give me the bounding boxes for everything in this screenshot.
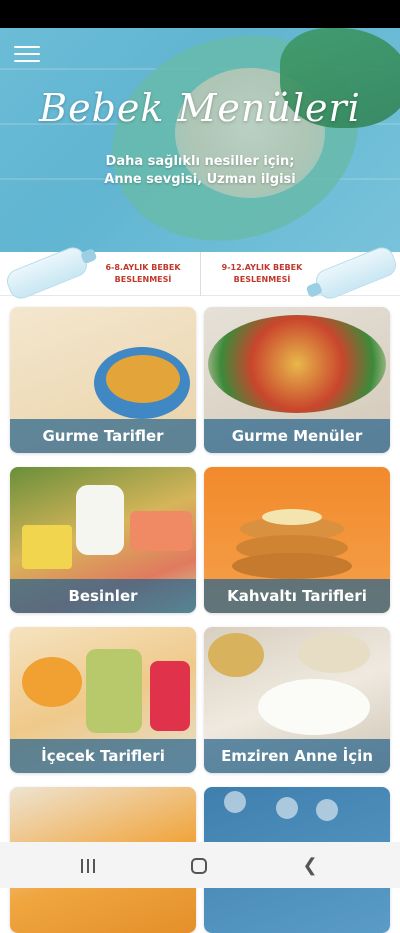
card-label: Besinler (10, 579, 196, 613)
hero-overlay (0, 28, 400, 252)
question-mark-icon (276, 797, 298, 819)
card-label: Gurme Menüler (204, 419, 390, 453)
cheese-image (22, 525, 72, 569)
grains-image (298, 633, 370, 673)
banana-slices-image (262, 509, 322, 525)
app-title: Bebek Menüleri (39, 86, 361, 130)
yogurt-image (258, 679, 370, 735)
card-besinler[interactable]: Besinler (10, 467, 196, 613)
baby-bottle-icon (3, 243, 91, 303)
app-subtitle-line2: Anne sevgisi, Uzman ilgisi (104, 172, 296, 187)
pancake-image (232, 553, 352, 579)
red-smoothie-image (150, 661, 190, 731)
recents-icon[interactable] (76, 854, 100, 876)
question-mark-icon (316, 799, 338, 821)
green-smoothie-image (86, 649, 142, 733)
tab-label: 6-8.AYLIK BEBEK BESLENMESİ (105, 263, 181, 284)
back-icon[interactable]: ❮ (298, 854, 322, 876)
milk-bottle-image (76, 485, 124, 555)
puree-image (106, 355, 180, 403)
roasted-vegetables-image (208, 315, 386, 413)
card-icecek-tarifleri[interactable]: İçecek Tarifleri (10, 627, 196, 773)
card-label: İçecek Tarifleri (10, 739, 196, 773)
card-gurme-menuler[interactable]: Gurme Menüler (204, 307, 390, 453)
baby-bottle-icon (312, 243, 400, 303)
card-label: Kahvaltı Tarifleri (204, 579, 390, 613)
status-bar (0, 0, 400, 28)
card-label: Gurme Tarifler (10, 419, 196, 453)
question-mark-icon (224, 791, 246, 813)
card-label: Emziren Anne İçin (204, 739, 390, 773)
tab-label: 9-12.AYLIK BEBEK BESLENMESİ (221, 263, 303, 284)
potatoes-image (208, 633, 264, 677)
card-gurme-tarifler[interactable]: Gurme Tarifler (10, 307, 196, 453)
card-kahvalti-tarifleri[interactable]: Kahvaltı Tarifleri (204, 467, 390, 613)
home-icon[interactable] (187, 854, 211, 876)
hero-banner: Bebek Menüleri Daha sağlıklı nesiller iç… (0, 28, 400, 252)
tab-6-8-months[interactable]: 6-8.AYLIK BEBEK BESLENMESİ (0, 243, 200, 303)
age-tabs: 6-8.AYLIK BEBEK BESLENMESİ 9-12.AYLIK BE… (0, 243, 400, 303)
salmon-image (130, 511, 192, 551)
card-emziren-anne-icin[interactable]: Emziren Anne İçin (204, 627, 390, 773)
app-subtitle-line1: Daha sağlıklı nesiller için; (105, 154, 295, 169)
orange-image (22, 657, 82, 707)
tab-9-12-months[interactable]: 9-12.AYLIK BEBEK BESLENMESİ (200, 243, 400, 303)
hamburger-menu-icon[interactable] (14, 46, 40, 66)
system-nav-bar: ❮ (0, 842, 400, 888)
